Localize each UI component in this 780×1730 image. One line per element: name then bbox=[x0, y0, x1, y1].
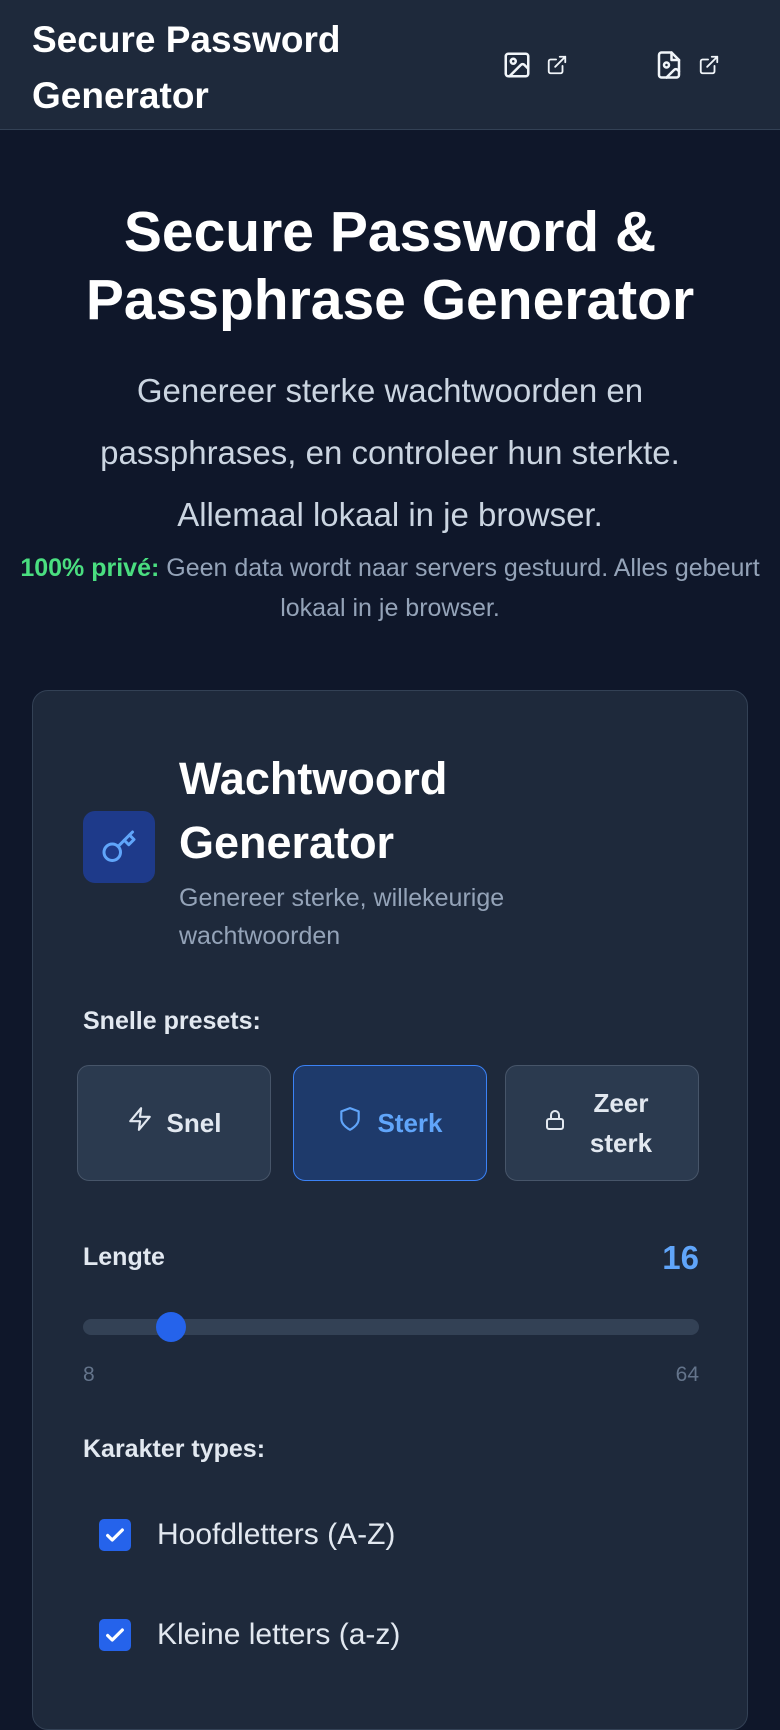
external-link-icon bbox=[546, 54, 568, 76]
length-slider[interactable] bbox=[83, 1312, 699, 1342]
presets-label: Snelle presets: bbox=[83, 1007, 261, 1035]
lowercase-checkbox-row[interactable]: Kleine letters (a-z) bbox=[99, 1615, 400, 1655]
uppercase-checkbox[interactable] bbox=[99, 1519, 131, 1551]
preset-zeer-sterk-button[interactable]: Zeer sterk bbox=[505, 1065, 699, 1181]
preset-label: Sterk bbox=[377, 1108, 443, 1138]
lowercase-label: Kleine letters (a-z) bbox=[157, 1618, 401, 1651]
open-file-image-button[interactable] bbox=[654, 48, 734, 82]
external-link-icon bbox=[698, 54, 720, 76]
char-types-label: Karakter types: bbox=[83, 1435, 266, 1463]
length-label: Lengte bbox=[83, 1243, 165, 1271]
file-image-icon bbox=[654, 50, 684, 80]
uppercase-label: Hoofdletters (A-Z) bbox=[157, 1518, 396, 1551]
length-max-label: 64 bbox=[675, 1363, 699, 1386]
preset-label: Snel bbox=[166, 1108, 222, 1138]
privacy-text: Geen data wordt naar servers gestuurd. A… bbox=[166, 554, 760, 622]
lowercase-checkbox[interactable] bbox=[99, 1619, 131, 1651]
zap-icon bbox=[127, 1103, 153, 1143]
lock-icon bbox=[543, 1103, 567, 1143]
length-slider-thumb[interactable] bbox=[156, 1312, 186, 1342]
uppercase-checkbox-row[interactable]: Hoofdletters (A-Z) bbox=[99, 1515, 395, 1555]
length-value: 16 bbox=[662, 1239, 699, 1276]
privacy-badge: 100% privé: bbox=[20, 554, 160, 582]
image-icon bbox=[502, 50, 532, 80]
privacy-note: 100% privé: Geen data wordt naar servers… bbox=[20, 548, 760, 628]
open-image-button[interactable] bbox=[502, 48, 582, 82]
shield-icon bbox=[337, 1103, 363, 1143]
preset-sterk-button[interactable]: Sterk bbox=[293, 1065, 487, 1181]
page-subtitle: Genereer sterke wachtwoorden en passphra… bbox=[100, 372, 680, 533]
password-generator-card: Wachtwoord Generator Genereer sterke, wi… bbox=[32, 690, 748, 1730]
generator-subtitle: Genereer sterke, willekeurige wachtwoord… bbox=[179, 884, 505, 950]
key-icon bbox=[83, 811, 155, 883]
length-min-label: 8 bbox=[83, 1363, 95, 1386]
page-title: Secure Password & Passphrase Generator bbox=[85, 200, 695, 332]
generator-title: Wachtwoord Generator bbox=[179, 753, 448, 868]
preset-snel-button[interactable]: Snel bbox=[77, 1065, 271, 1181]
preset-label: Zeer sterk bbox=[589, 1088, 653, 1158]
app-header: Secure Password Generator bbox=[0, 0, 780, 130]
app-title: Secure Password Generator bbox=[32, 19, 341, 116]
